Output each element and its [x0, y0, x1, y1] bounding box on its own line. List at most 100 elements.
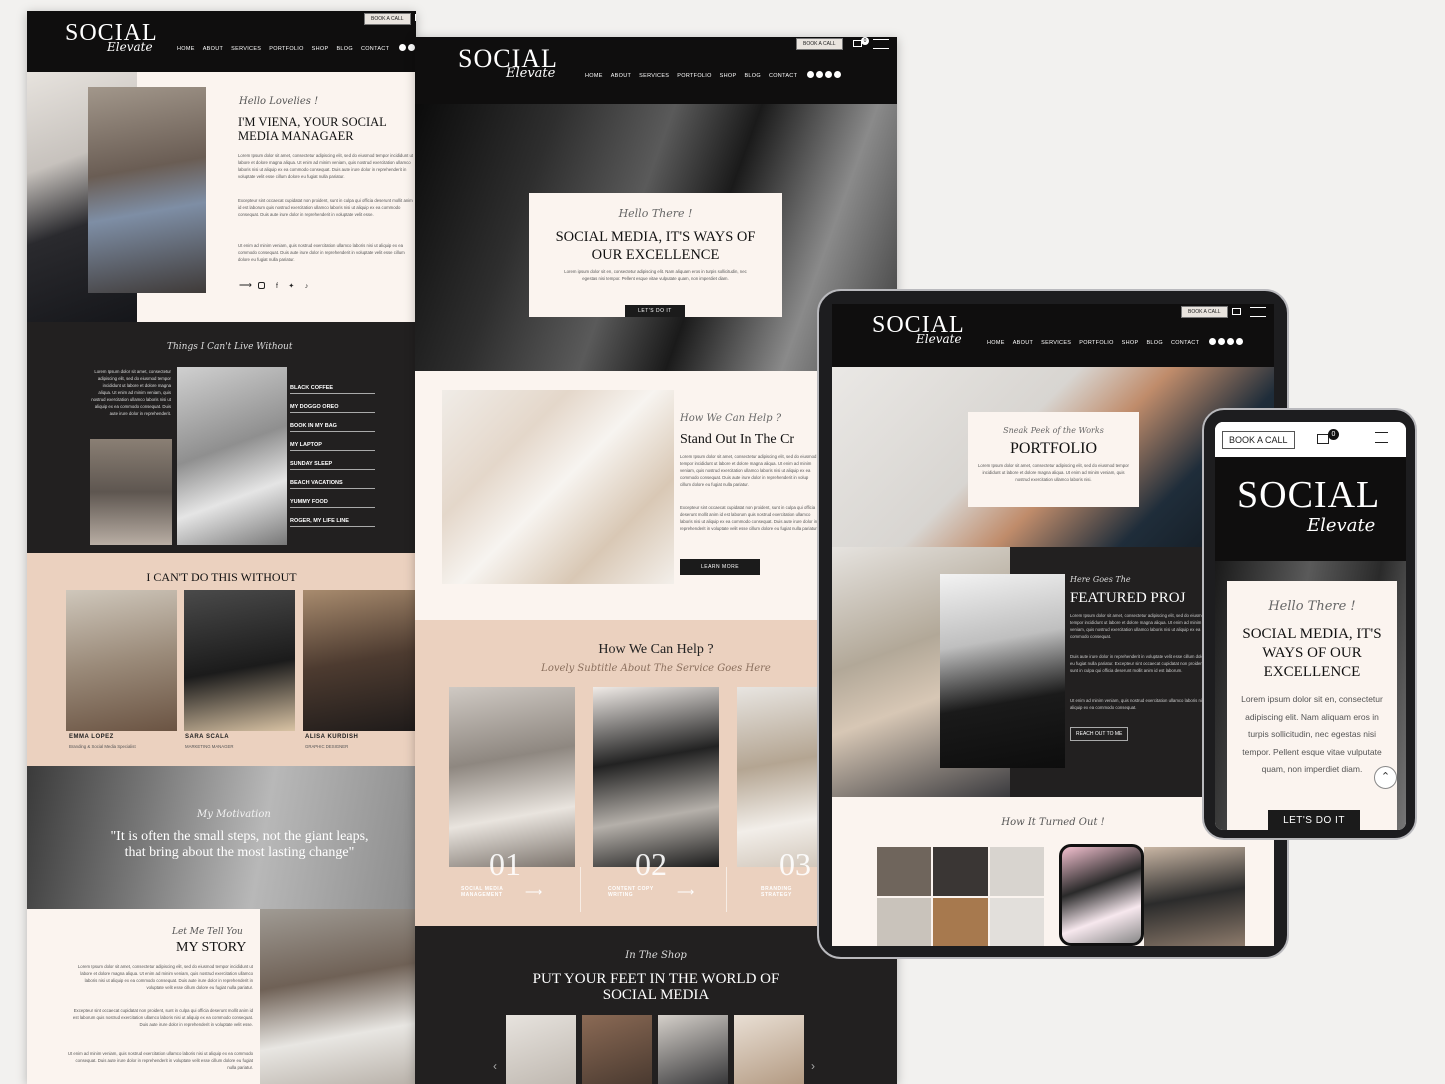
things-item: BOOK IN MY BAG [290, 421, 375, 432]
instagram-icon[interactable] [807, 71, 815, 78]
team-name: ALISA KURDISH [305, 734, 359, 740]
motivation-script: My Motivation [197, 809, 271, 820]
tiktok-icon[interactable] [1236, 338, 1244, 345]
things-item: BEACH VACATIONS [290, 478, 375, 489]
nav-services[interactable]: SERVICES [639, 73, 669, 79]
product-card[interactable] [658, 1015, 728, 1084]
nav-shop[interactable]: SHOP [1122, 340, 1139, 346]
portfolio-card: Sneak Peek of the Works PORTFOLIO Lorem … [968, 412, 1139, 507]
service-card[interactable] [593, 687, 719, 867]
service-label[interactable]: CONTENT COPY WRITING [608, 886, 668, 898]
nav-portfolio[interactable]: PORTFOLIO [1079, 340, 1113, 346]
hero-card: Hello There ! SOCIAL MEDIA, IT'S WAYS OF… [1227, 581, 1397, 830]
arrow-right-icon[interactable]: ⟶ [525, 885, 542, 899]
featured-script: Here Goes The [1070, 575, 1131, 584]
team-photo-sara [184, 590, 295, 731]
lets-do-it-button[interactable]: LET'S DO IT [625, 305, 685, 317]
team-section: I CAN'T DO THIS WITHOUT EMMA LOPEZ Brand… [27, 553, 416, 766]
nav-blog[interactable]: BLOG [1146, 340, 1162, 346]
cart-icon[interactable] [415, 14, 416, 21]
hero-script: Hello Lovelies ! [239, 96, 319, 107]
hero-script: Hello There ! [618, 207, 693, 220]
carousel-next-icon[interactable]: › [811, 1059, 815, 1073]
lets-do-it-button[interactable]: LET'S DO IT [1268, 810, 1360, 830]
learn-more-button[interactable]: LEARN MORE [680, 559, 760, 575]
nav-about[interactable]: ABOUT [1013, 340, 1033, 346]
instagram-icon[interactable] [399, 44, 407, 51]
twitter-icon[interactable]: ✦ [288, 283, 294, 290]
nav-blog[interactable]: BLOG [336, 46, 352, 52]
reach-out-button[interactable]: REACH OUT TO ME [1070, 727, 1129, 741]
hamburger-menu-icon[interactable] [1250, 307, 1266, 317]
book-call-button[interactable]: BOOK A CALL [364, 13, 411, 25]
story-title: MY STORY [176, 940, 247, 955]
facebook-icon[interactable] [1218, 338, 1226, 345]
logo-wordmark[interactable]: SOCIAL [1237, 473, 1380, 517]
nav-contact[interactable]: CONTACT [769, 73, 797, 79]
hamburger-menu-icon[interactable] [873, 39, 889, 49]
facebook-icon[interactable] [816, 71, 824, 78]
nav-portfolio[interactable]: PORTFOLIO [269, 46, 303, 52]
phone-logo-band: SOCIAL Elevate [1215, 457, 1406, 561]
tiktok-icon[interactable] [834, 71, 842, 78]
scroll-to-top-icon[interactable]: ⌃ [1374, 766, 1397, 789]
service-label[interactable]: SOCIAL MEDIA MANAGEMENT [461, 886, 521, 898]
nav-about[interactable]: ABOUT [203, 46, 223, 52]
nav-blog[interactable]: BLOG [744, 73, 760, 79]
cart-icon[interactable] [1232, 308, 1241, 315]
things-photo-woman [177, 367, 287, 545]
nav-services[interactable]: SERVICES [231, 46, 261, 52]
service-label[interactable]: BRANDING STRATEGY [761, 886, 821, 898]
shop-title: PUT YOUR FEET IN THE WORLD OF SOCIAL MED… [532, 971, 780, 1003]
nav-shop[interactable]: SHOP [720, 73, 737, 79]
nav-shop[interactable]: SHOP [312, 46, 329, 52]
nav-portfolio[interactable]: PORTFOLIO [677, 73, 711, 79]
product-card[interactable] [506, 1015, 576, 1084]
hero-social-row: ⟶ f ✦ ♪ [239, 280, 308, 291]
nav-contact[interactable]: CONTACT [361, 46, 389, 52]
viena-portrait-photo [88, 87, 206, 293]
twitter-icon[interactable] [1227, 338, 1235, 345]
main-nav: HOME ABOUT SERVICES PORTFOLIO SHOP BLOG … [177, 44, 416, 53]
portfolio-title: PORTFOLIO [1009, 440, 1098, 457]
service-card[interactable] [449, 687, 575, 867]
phone-screen: BOOK A CALL 0 SOCIAL Elevate Hello There… [1215, 422, 1406, 830]
team-name: EMMA LOPEZ [69, 734, 114, 740]
book-call-button[interactable]: BOOK A CALL [796, 38, 843, 50]
nav-home[interactable]: HOME [585, 73, 603, 79]
product-card[interactable] [734, 1015, 804, 1084]
twitter-icon[interactable] [825, 71, 833, 78]
instagram-icon[interactable] [1209, 338, 1217, 345]
things-item: MY DOGGO OREO [290, 402, 375, 413]
product-card[interactable] [582, 1015, 652, 1084]
nav-services[interactable]: SERVICES [1041, 340, 1071, 346]
phone-top-bar: BOOK A CALL 0 [1215, 422, 1406, 457]
nav-about[interactable]: ABOUT [611, 73, 631, 79]
portfolio-paragraph: Lorem Ipsum dolor sit amet, consectetur … [978, 463, 1129, 483]
hero-paragraph: Lorem ipsum dolor sit en, consectetur ad… [564, 269, 747, 282]
things-paragraph: Lorem Ipsum dolor sit amet, consectetur … [91, 369, 171, 417]
hero-title: SOCIAL MEDIA, IT'S WAYS OF OUR EXCELLENC… [1242, 626, 1382, 680]
tiktok-icon[interactable]: ♪ [305, 283, 309, 290]
facebook-icon[interactable]: f [276, 283, 278, 290]
things-script: Things I Can't Live Without [167, 342, 293, 352]
nav-home[interactable]: HOME [177, 46, 195, 52]
logo[interactable]: SOCIAL Elevate [458, 44, 558, 81]
hamburger-menu-icon[interactable] [1375, 432, 1388, 443]
main-nav: HOME ABOUT SERVICES PORTFOLIO SHOP BLOG … [585, 71, 842, 80]
instagram-icon[interactable] [258, 282, 266, 290]
arrow-right-icon[interactable]: ⟶ [239, 280, 252, 290]
result-grid [877, 847, 1044, 946]
book-call-button[interactable]: BOOK A CALL [1222, 431, 1295, 449]
book-call-button[interactable]: BOOK A CALL [1181, 306, 1228, 318]
nav-home[interactable]: HOME [987, 340, 1005, 346]
nav-contact[interactable]: CONTACT [1171, 340, 1199, 346]
help-script: How We Can Help ? [680, 413, 782, 424]
motivation-quote: "It is often the small steps, not the gi… [110, 829, 369, 860]
logo[interactable]: SOCIAL Elevate [872, 312, 965, 346]
cart-count-badge: 0 [1328, 429, 1339, 440]
logo[interactable]: SOCIAL Elevate [65, 20, 158, 54]
phone-mockup-photo [1059, 844, 1144, 946]
carousel-prev-icon[interactable]: ‹ [493, 1059, 497, 1073]
arrow-right-icon[interactable]: ⟶ [677, 885, 694, 899]
